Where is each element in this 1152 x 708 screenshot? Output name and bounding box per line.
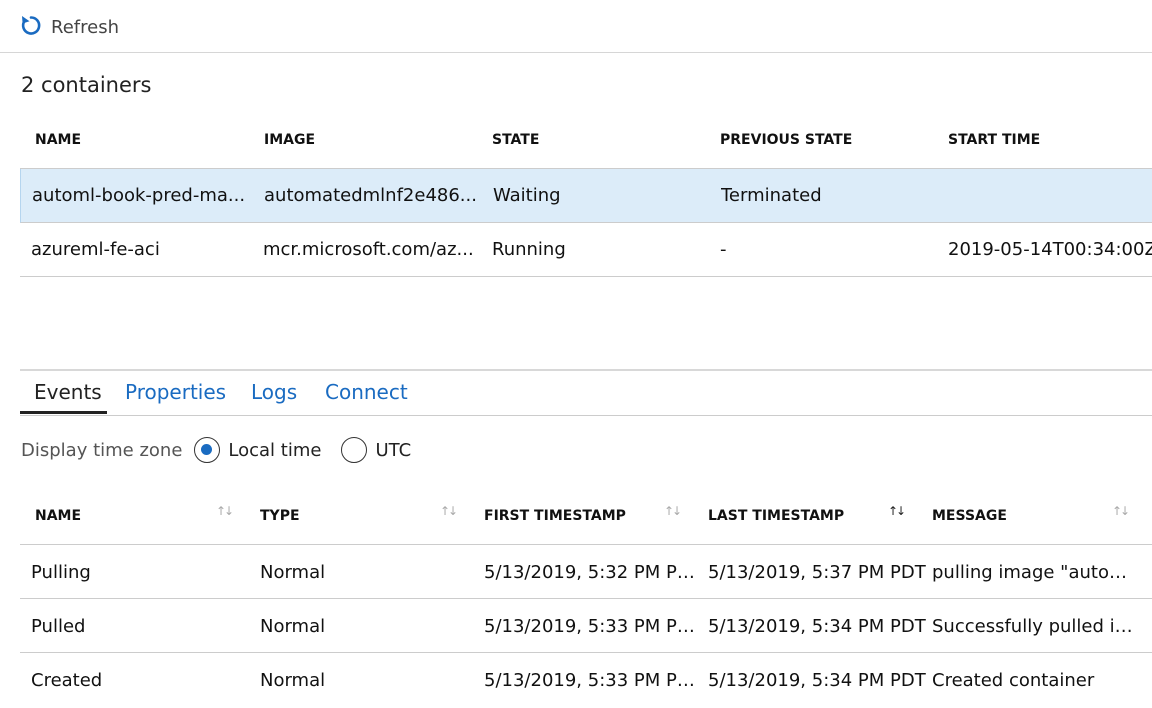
sort-icon[interactable]: ↑↓	[1112, 504, 1130, 518]
event-type: Normal	[260, 562, 326, 583]
column-header-message[interactable]: MESSAGE	[932, 508, 1007, 524]
event-last-timestamp: 5/13/2019, 5:34 PM PDT	[708, 670, 926, 691]
event-name: Pulled	[31, 616, 86, 637]
column-header-image: IMAGE	[264, 132, 316, 148]
column-header-previous-state: PREVIOUS STATE	[720, 132, 853, 148]
tab-properties[interactable]: Properties	[125, 380, 226, 404]
event-name: Pulling	[31, 562, 91, 583]
divider	[20, 369, 1152, 371]
container-previous-state: Terminated	[721, 185, 822, 206]
refresh-label: Refresh	[51, 16, 119, 38]
timezone-label: Display time zone	[21, 439, 183, 461]
refresh-icon	[20, 13, 42, 41]
radio-utc[interactable]: UTC	[341, 437, 411, 463]
container-start-time: 2019-05-14T00:34:00Z	[948, 239, 1152, 260]
event-name: Created	[31, 670, 103, 691]
event-row[interactable]: Created Normal 5/13/2019, 5:33 PM PDT 5/…	[20, 653, 1152, 707]
event-first-timestamp: 5/13/2019, 5:33 PM PDT	[484, 616, 699, 637]
container-row[interactable]: automl-book-pred-ma... automatedmlnf2e48…	[20, 169, 1152, 223]
toolbar: Refresh	[0, 0, 1152, 53]
tab-events[interactable]: Events	[34, 380, 102, 404]
sort-icon[interactable]: ↑↓	[216, 504, 234, 518]
events-table: NAME ↑↓ TYPE ↑↓ FIRST TIMESTAMP ↑↓ LAST …	[20, 491, 1152, 707]
event-last-timestamp: 5/13/2019, 5:37 PM PDT	[708, 562, 926, 583]
event-row[interactable]: Pulling Normal 5/13/2019, 5:32 PM PDT 5/…	[20, 545, 1152, 599]
container-state: Waiting	[493, 185, 561, 206]
event-message: Successfully pulled im...	[932, 616, 1142, 637]
sort-icon[interactable]: ↑↓	[664, 504, 682, 518]
event-message: Created container	[932, 670, 1095, 691]
container-name: automl-book-pred-ma...	[32, 185, 246, 206]
events-table-header: NAME ↑↓ TYPE ↑↓ FIRST TIMESTAMP ↑↓ LAST …	[20, 491, 1152, 545]
detail-tabs: Events Properties Logs Connect	[20, 372, 1152, 416]
container-image: mcr.microsoft.com/az...	[263, 239, 474, 260]
event-type: Normal	[260, 616, 326, 637]
containers-count-title: 2 containers	[21, 73, 152, 97]
container-state: Running	[492, 239, 566, 260]
container-image: automatedmlnf2e486...	[264, 185, 477, 206]
event-last-timestamp: 5/13/2019, 5:34 PM PDT	[708, 616, 926, 637]
event-message: pulling image "autom...	[932, 562, 1142, 583]
radio-button-unchecked[interactable]	[341, 437, 368, 463]
radio-label-utc: UTC	[375, 439, 412, 461]
event-first-timestamp: 5/13/2019, 5:32 PM PDT	[484, 562, 699, 583]
column-header-state: STATE	[492, 132, 540, 148]
container-row[interactable]: azureml-fe-aci mcr.microsoft.com/az... R…	[20, 223, 1152, 277]
event-row[interactable]: Pulled Normal 5/13/2019, 5:33 PM PDT 5/1…	[20, 599, 1152, 653]
tab-logs[interactable]: Logs	[251, 380, 297, 404]
column-header-start-time: START TIME	[948, 132, 1041, 148]
sort-icon[interactable]: ↑↓	[888, 504, 906, 518]
container-previous-state: -	[720, 239, 727, 260]
sort-icon[interactable]: ↑↓	[440, 504, 458, 518]
refresh-button[interactable]: Refresh	[20, 12, 119, 42]
containers-table: NAME IMAGE STATE PREVIOUS STATE START TI…	[20, 116, 1152, 277]
containers-table-header: NAME IMAGE STATE PREVIOUS STATE START TI…	[20, 116, 1152, 169]
column-header-type[interactable]: TYPE	[260, 508, 300, 524]
column-header-name[interactable]: NAME	[35, 508, 81, 524]
event-type: Normal	[260, 670, 326, 691]
tab-connect[interactable]: Connect	[325, 380, 408, 404]
radio-label-local-time: Local time	[228, 439, 322, 461]
radio-local-time[interactable]: Local time	[194, 437, 321, 463]
timezone-selector: Display time zone Local time UTC	[21, 434, 411, 466]
column-header-name: NAME	[35, 132, 82, 148]
column-header-first-timestamp[interactable]: FIRST TIMESTAMP	[484, 508, 626, 524]
radio-button-checked[interactable]	[194, 437, 221, 463]
event-first-timestamp: 5/13/2019, 5:33 PM PDT	[484, 670, 699, 691]
container-name: azureml-fe-aci	[31, 239, 160, 260]
active-tab-indicator	[20, 411, 107, 414]
column-header-last-timestamp[interactable]: LAST TIMESTAMP	[708, 508, 844, 524]
